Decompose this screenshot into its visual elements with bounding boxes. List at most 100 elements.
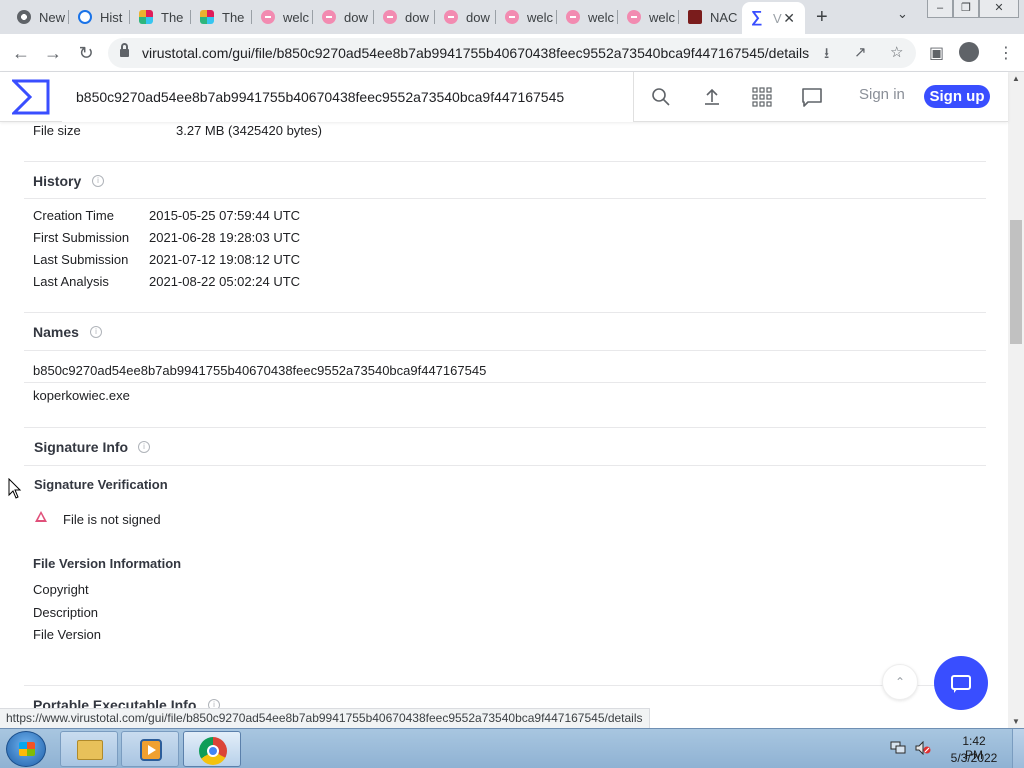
bookmark-star-icon[interactable]: ☆ xyxy=(890,43,903,61)
tab-welc-1[interactable]: welc xyxy=(252,4,313,30)
history-label: Last Submission xyxy=(33,252,129,267)
tab-label: The xyxy=(222,9,245,25)
upload-icon[interactable] xyxy=(700,85,724,109)
profile-avatar-icon[interactable] xyxy=(959,42,979,62)
history-title: History xyxy=(33,173,82,189)
divider xyxy=(24,350,986,351)
tab-strip: New Hist The The welc dow dow dow welc w… xyxy=(0,0,1024,34)
file-name-item: koperkowiec.exe xyxy=(33,388,130,403)
volume-muted-icon[interactable] xyxy=(915,741,931,755)
address-bar[interactable]: virustotal.com/gui/file/b850c9270ad54ee8… xyxy=(108,38,916,68)
pink-site-icon xyxy=(566,10,580,24)
tab-welc-3[interactable]: welc xyxy=(557,4,618,30)
scroll-to-top-button[interactable]: ⌃ xyxy=(882,664,918,700)
info-icon[interactable]: i xyxy=(138,441,150,453)
sign-up-button[interactable]: Sign up xyxy=(924,85,990,108)
tab-label: welc xyxy=(588,9,615,25)
divider xyxy=(24,465,986,466)
virustotal-logo-icon[interactable] xyxy=(12,79,50,115)
history-label: First Submission xyxy=(33,230,130,245)
window-close-button[interactable]: ✕ xyxy=(979,0,1019,18)
forward-icon[interactable]: → xyxy=(41,41,65,65)
version-field-label: Description xyxy=(33,605,99,620)
clock-date[interactable]: 5/3/2022 xyxy=(950,751,998,765)
divider xyxy=(24,312,986,313)
chrome-icon xyxy=(199,737,227,765)
file-size-label: File size xyxy=(33,123,81,138)
nac-icon xyxy=(688,10,702,24)
start-button[interactable] xyxy=(6,731,46,767)
windows-taskbar: 1:42 PM 5/3/2022 xyxy=(0,728,1024,768)
taskbar-explorer[interactable] xyxy=(60,731,118,767)
apps-grid-icon[interactable] xyxy=(750,85,774,109)
minimize-button[interactable]: – xyxy=(927,0,953,18)
divider xyxy=(24,427,986,428)
taskbar-media-player[interactable] xyxy=(121,731,179,767)
tab-the-1[interactable]: The xyxy=(130,4,191,30)
close-tab-icon[interactable]: ✕ xyxy=(783,10,795,27)
download-icon[interactable]: ⭳ xyxy=(824,43,829,68)
warning-icon xyxy=(35,511,47,522)
pink-site-icon xyxy=(505,10,519,24)
tab-label: The xyxy=(161,9,184,25)
tab-dow-2[interactable]: dow xyxy=(374,4,435,30)
tab-label: welc xyxy=(527,9,554,25)
tab-label: V xyxy=(773,10,782,26)
pink-site-icon xyxy=(261,10,275,24)
version-field-label: File Version xyxy=(33,627,101,642)
tab-dow-3[interactable]: dow xyxy=(435,4,496,30)
search-input[interactable] xyxy=(62,72,634,122)
page-scrollbar[interactable]: ▲ ▼ xyxy=(1008,72,1024,728)
version-field-label: Copyright xyxy=(33,582,89,597)
tab-nac[interactable]: NAC xyxy=(679,4,740,30)
signature-verification-heading: Signature Verification xyxy=(34,477,168,492)
windows-logo-icon xyxy=(19,742,35,756)
restore-button[interactable]: ❐ xyxy=(953,0,979,18)
tab-label: New xyxy=(39,9,66,25)
taskbar-chrome[interactable] xyxy=(183,731,241,767)
divider xyxy=(24,198,986,199)
reload-icon[interactable]: ↻ xyxy=(74,41,98,65)
virustotal-icon: ∑ xyxy=(751,9,763,26)
tab-welc-2[interactable]: welc xyxy=(496,4,557,30)
sign-in-link[interactable]: Sign in xyxy=(859,86,905,103)
media-player-icon xyxy=(140,739,162,761)
tab-history[interactable]: Hist xyxy=(69,4,130,30)
url-text[interactable]: virustotal.com/gui/file/b850c9270ad54ee8… xyxy=(142,45,809,61)
tab-search-chevron-icon[interactable]: ⌄ xyxy=(897,6,908,22)
history-icon xyxy=(78,10,92,24)
tab-label: dow xyxy=(466,9,490,25)
info-icon[interactable]: i xyxy=(92,175,104,187)
comment-icon[interactable] xyxy=(800,85,824,109)
search-icon[interactable] xyxy=(649,85,673,109)
tab-label: dow xyxy=(344,9,368,25)
tab-virustotal[interactable]: ∑ V ✕ xyxy=(742,2,805,34)
divider xyxy=(24,161,986,162)
scroll-down-arrow-icon[interactable]: ▼ xyxy=(1012,717,1020,726)
history-value: 2021-08-22 05:02:24 UTC xyxy=(149,274,301,289)
side-panel-icon[interactable]: ▣ xyxy=(929,43,944,63)
new-tab-button[interactable]: + xyxy=(816,6,828,29)
tab-welc-4[interactable]: welc xyxy=(618,4,679,30)
chrome-icon xyxy=(17,10,31,24)
back-icon[interactable]: ← xyxy=(9,41,33,65)
pink-site-icon xyxy=(627,10,641,24)
info-icon[interactable]: i xyxy=(90,326,102,338)
tab-label: welc xyxy=(283,9,310,25)
scrollbar-thumb[interactable] xyxy=(1010,220,1022,344)
tab-dow-1[interactable]: dow xyxy=(313,4,374,30)
tab-the-2[interactable]: The xyxy=(191,4,252,30)
signature-status: File is not signed xyxy=(63,512,161,527)
tab-new-tab[interactable]: New xyxy=(8,4,69,30)
share-icon[interactable]: ↗ xyxy=(854,43,867,61)
show-desktop-button[interactable] xyxy=(1012,729,1024,768)
folder-icon xyxy=(77,740,103,760)
history-label: Last Analysis xyxy=(33,274,109,289)
chrome-menu-icon[interactable]: ⋮ xyxy=(998,43,1014,63)
tab-label: NAC xyxy=(710,9,738,25)
network-icon[interactable] xyxy=(890,741,906,755)
scroll-up-arrow-icon[interactable]: ▲ xyxy=(1012,74,1020,83)
file-name-item: b850c9270ad54ee8b7ab9941755b40670438feec… xyxy=(33,363,487,378)
history-value: 2021-06-28 19:28:03 UTC xyxy=(149,230,301,245)
chat-button[interactable] xyxy=(934,656,988,710)
